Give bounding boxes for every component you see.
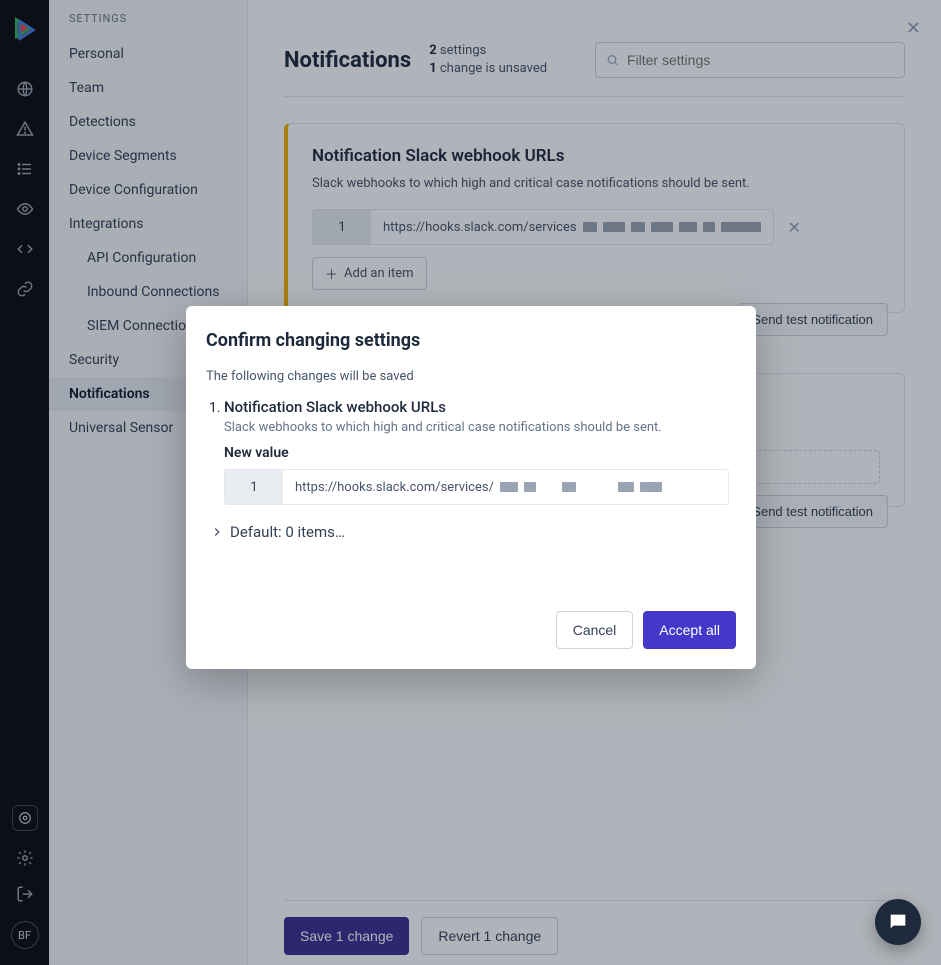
change-name: Notification Slack webhook URLs [224, 398, 736, 416]
support-chat-button[interactable] [875, 899, 921, 945]
confirm-changes-dialog: Confirm changing settings The following … [186, 306, 756, 669]
dialog-title: Confirm changing settings [206, 330, 736, 351]
accept-all-button[interactable]: Accept all [643, 611, 736, 649]
default-expand-row[interactable]: Default: 0 items… [210, 523, 736, 541]
new-value-url: https://hooks.slack.com/services/ [283, 470, 728, 504]
change-item: Notification Slack webhook URLs Slack we… [224, 398, 736, 505]
new-value-row: 1 https://hooks.slack.com/services/ [224, 469, 729, 505]
new-value-label: New value [224, 445, 736, 461]
cancel-button[interactable]: Cancel [556, 611, 634, 649]
chat-icon [887, 911, 909, 933]
row-index: 1 [225, 470, 283, 504]
chevron-right-icon [210, 525, 224, 539]
change-desc: Slack webhooks to which high and critica… [224, 420, 736, 435]
dialog-subtitle: The following changes will be saved [206, 369, 736, 384]
